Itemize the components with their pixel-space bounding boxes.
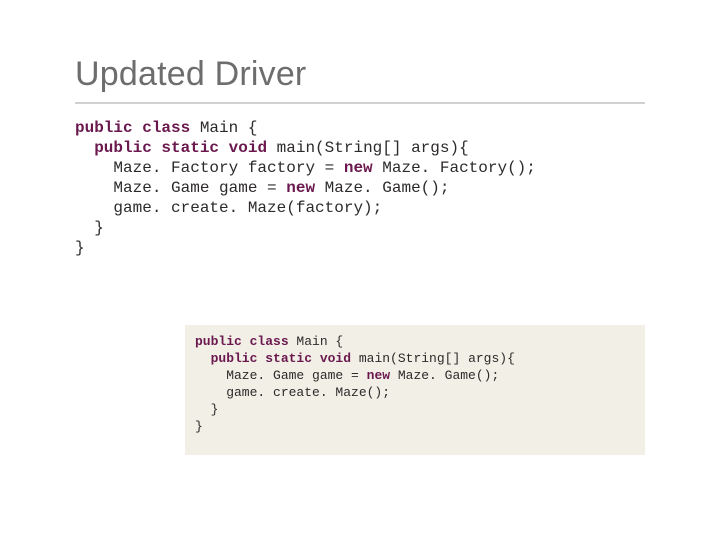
code-text: } (195, 419, 203, 434)
kw-class: class (133, 119, 191, 137)
code-text: } (75, 219, 104, 237)
kw-static: static (152, 139, 219, 157)
kw-new: new (367, 368, 390, 383)
kw-public: public (195, 351, 257, 366)
slide: Updated Driver public class Main { publi… (0, 0, 720, 540)
kw-new: new (344, 159, 373, 177)
kw-public: public (195, 334, 242, 349)
code-text: game. create. Maze(); (195, 385, 390, 400)
code-block-main: public class Main { public static void m… (75, 118, 536, 258)
kw-static: static (257, 351, 312, 366)
code-text: } (195, 402, 218, 417)
kw-public: public (75, 119, 133, 137)
kw-void: void (219, 139, 267, 157)
kw-void: void (312, 351, 351, 366)
code-text: Main { (289, 334, 344, 349)
kw-public: public (75, 139, 152, 157)
kw-class: class (242, 334, 289, 349)
code-text: Main { (190, 119, 257, 137)
code-text: } (75, 239, 85, 257)
code-block-inset-content: public class Main { public static void m… (195, 333, 635, 435)
code-text: Maze. Factory(); (373, 159, 536, 177)
title-underline (75, 102, 645, 104)
code-text: Maze. Game(); (390, 368, 499, 383)
code-block-inset: public class Main { public static void m… (185, 325, 645, 455)
slide-title: Updated Driver (75, 55, 306, 94)
code-text: game. create. Maze(factory); (75, 199, 382, 217)
code-text: main(String[] args){ (351, 351, 515, 366)
code-text: Maze. Game game = (75, 179, 286, 197)
code-text: Maze. Game(); (315, 179, 449, 197)
code-text: Maze. Factory factory = (75, 159, 344, 177)
code-text: Maze. Game game = (195, 368, 367, 383)
kw-new: new (286, 179, 315, 197)
code-text: main(String[] args){ (267, 139, 469, 157)
